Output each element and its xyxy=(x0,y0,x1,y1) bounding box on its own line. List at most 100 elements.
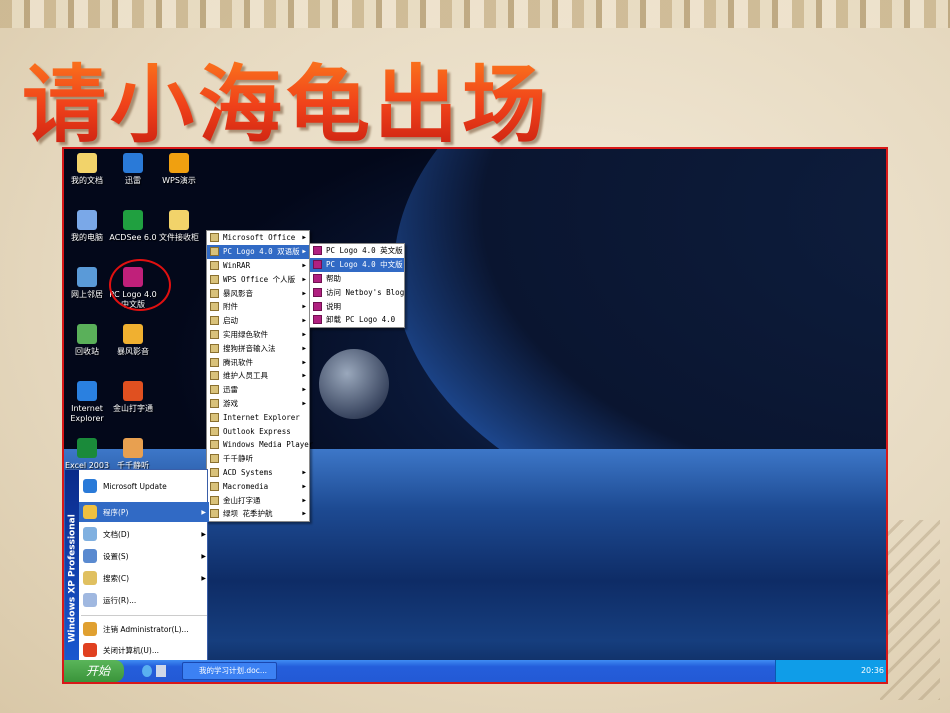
desktop-icon[interactable]: Excel 2003 xyxy=(64,438,112,471)
app-icon xyxy=(123,324,143,344)
system-tray: 20:36 xyxy=(775,660,886,682)
desktop-icon[interactable]: ACDSee 6.0 xyxy=(108,210,158,243)
menu-item-icon xyxy=(83,549,97,563)
desktop-icon[interactable]: 迅雷 xyxy=(108,153,158,186)
ie-quicklaunch-icon[interactable] xyxy=(142,665,152,677)
programs-menu-item[interactable]: Outlook Express xyxy=(207,424,309,438)
pclogo-menu-item[interactable]: 卸载 PC Logo 4.0 xyxy=(310,313,404,327)
programs-menu-item[interactable]: Windows Media Player xyxy=(207,438,313,452)
folder-icon xyxy=(210,371,219,381)
taskbar: 开始 我的学习计划.doc... 20:36 xyxy=(64,660,886,682)
programs-menu-item[interactable]: PC Logo 4.0 双语版 ▶ xyxy=(207,244,309,259)
pclogo-menu-item[interactable]: 帮助 xyxy=(310,272,404,286)
pclogo-menu-item[interactable]: PC Logo 4.0 英文版 xyxy=(310,244,404,258)
desktop-icon[interactable]: WPS演示 xyxy=(154,153,204,186)
programs-menu-item[interactable]: WinRAR ▶ xyxy=(207,259,309,273)
key-icon xyxy=(83,622,97,636)
submenu-arrow-icon: ▶ xyxy=(302,289,306,297)
start-menu-item[interactable]: 设置(S) ▶ xyxy=(79,546,209,566)
folder-icon xyxy=(210,357,219,367)
submenu-arrow-icon: ▶ xyxy=(302,468,306,476)
decorative-pattern xyxy=(880,520,940,700)
programs-menu-item[interactable]: WPS Office 个人版 ▶ xyxy=(207,272,309,286)
programs-menu-item[interactable]: 搜狗拼音输入法 ▶ xyxy=(207,341,309,355)
desktop-icon[interactable]: 金山打字通 xyxy=(108,381,158,414)
programs-menu-item[interactable]: 绿坝 花季护航 ▶ xyxy=(207,507,309,521)
menu-item-icon xyxy=(83,571,97,585)
folder-icon xyxy=(210,288,219,298)
programs-menu-item[interactable]: 维护人员工具 ▶ xyxy=(207,369,309,383)
desktop-icon[interactable]: 千千静听 xyxy=(108,438,158,471)
desktop-icon[interactable]: Internet Explorer xyxy=(64,381,112,424)
programs-menu-item[interactable]: 实用绿色软件 ▶ xyxy=(207,328,309,342)
programs-menu-item[interactable]: 游戏 ▶ xyxy=(207,397,309,411)
app-icon xyxy=(313,273,322,283)
app-icon xyxy=(77,210,97,230)
power-icon xyxy=(83,643,97,657)
app-icon xyxy=(123,381,143,401)
app-icon xyxy=(169,153,189,173)
submenu-arrow-icon: ▶ xyxy=(201,530,206,538)
submenu-arrow-icon: ▶ xyxy=(302,303,306,311)
start-item-shutdown[interactable]: 关闭计算机(U)... xyxy=(79,640,209,660)
submenu-arrow-icon: ▶ xyxy=(302,234,306,242)
programs-menu-item[interactable]: 附件 ▶ xyxy=(207,300,309,314)
decorative-border xyxy=(0,0,950,28)
desktop-quicklaunch-icon[interactable] xyxy=(156,665,166,677)
programs-menu-item[interactable]: 腾讯软件 ▶ xyxy=(207,355,309,369)
clock: 20:36 xyxy=(860,666,884,675)
programs-menu-item[interactable]: ACD Systems ▶ xyxy=(207,466,309,480)
programs-menu-item[interactable]: 金山打字通 ▶ xyxy=(207,493,309,507)
app-icon xyxy=(77,438,97,458)
start-item-logoff[interactable]: 注销 Administrator(L)... xyxy=(79,619,209,639)
windows-update-icon xyxy=(83,479,97,493)
programs-menu-item[interactable]: 迅雷 ▶ xyxy=(207,383,309,397)
slide-title: 请小海龟出场 xyxy=(22,38,550,159)
desktop-icon[interactable]: 文件接收柜 xyxy=(154,210,204,243)
desktop-icon[interactable]: 网上邻居 xyxy=(64,267,112,300)
app-icon xyxy=(77,153,97,173)
folder-icon xyxy=(210,440,219,450)
folder-icon xyxy=(210,398,219,408)
pclogo-submenu: PC Logo 4.0 英文版 PC Logo 4.0 中文版 帮助 访问 Netbo… xyxy=(309,243,405,328)
taskbar-task-document[interactable]: 我的学习计划.doc... xyxy=(182,662,277,680)
start-menu-item[interactable]: 搜索(C) ▶ xyxy=(79,568,209,588)
programs-menu-item[interactable]: 千千静听 xyxy=(207,452,309,466)
programs-menu: Microsoft Office ▶ PC Logo 4.0 双语版 ▶ WinRAR ▶… xyxy=(206,230,313,522)
pclogo-menu-item[interactable]: 说明 xyxy=(310,299,404,313)
programs-menu-item[interactable]: 暴风影音 ▶ xyxy=(207,286,309,300)
folder-icon xyxy=(210,343,219,353)
programs-menu-item[interactable]: 启动 ▶ xyxy=(207,314,309,328)
pclogo-menu-item[interactable]: 访问 Netboy's Blog xyxy=(310,285,404,299)
pclogo-menu-item[interactable]: PC Logo 4.0 中文版 xyxy=(310,257,404,272)
divider xyxy=(81,615,207,616)
app-icon xyxy=(313,246,322,256)
start-menu-item[interactable]: 运行(R)... xyxy=(79,590,209,610)
folder-icon xyxy=(210,316,219,326)
folder-icon xyxy=(210,274,219,284)
folder-icon xyxy=(210,495,219,505)
app-icon xyxy=(313,287,322,297)
submenu-arrow-icon: ▶ xyxy=(302,275,306,283)
folder-icon xyxy=(210,481,219,491)
submenu-arrow-icon: ▶ xyxy=(302,261,306,269)
submenu-arrow-icon: ▶ xyxy=(201,508,206,516)
desktop-icon[interactable]: 我的文档 xyxy=(64,153,112,186)
start-item-microsoft-update[interactable]: Microsoft Update xyxy=(79,474,209,498)
desktop-icon[interactable]: 暴风影音 xyxy=(108,324,158,357)
submenu-arrow-icon: ▶ xyxy=(302,344,306,352)
desktop-icon[interactable]: 我的电脑 xyxy=(64,210,112,243)
programs-menu-item[interactable]: Internet Explorer xyxy=(207,410,309,424)
app-icon xyxy=(313,260,322,270)
folder-icon xyxy=(210,385,219,395)
folder-icon xyxy=(210,233,219,243)
start-menu-item[interactable]: 文档(D) ▶ xyxy=(79,524,209,544)
start-button[interactable]: 开始 xyxy=(64,660,124,682)
submenu-arrow-icon: ▶ xyxy=(302,386,306,394)
highlight-circle xyxy=(109,259,171,311)
programs-menu-item[interactable]: Macromedia ▶ xyxy=(207,479,309,493)
desktop-icon[interactable]: 回收站 xyxy=(64,324,112,357)
programs-menu-item[interactable]: Microsoft Office ▶ xyxy=(207,231,309,245)
start-menu-item[interactable]: 程序(P) ▶ xyxy=(79,502,209,522)
submenu-arrow-icon: ▶ xyxy=(302,482,306,490)
